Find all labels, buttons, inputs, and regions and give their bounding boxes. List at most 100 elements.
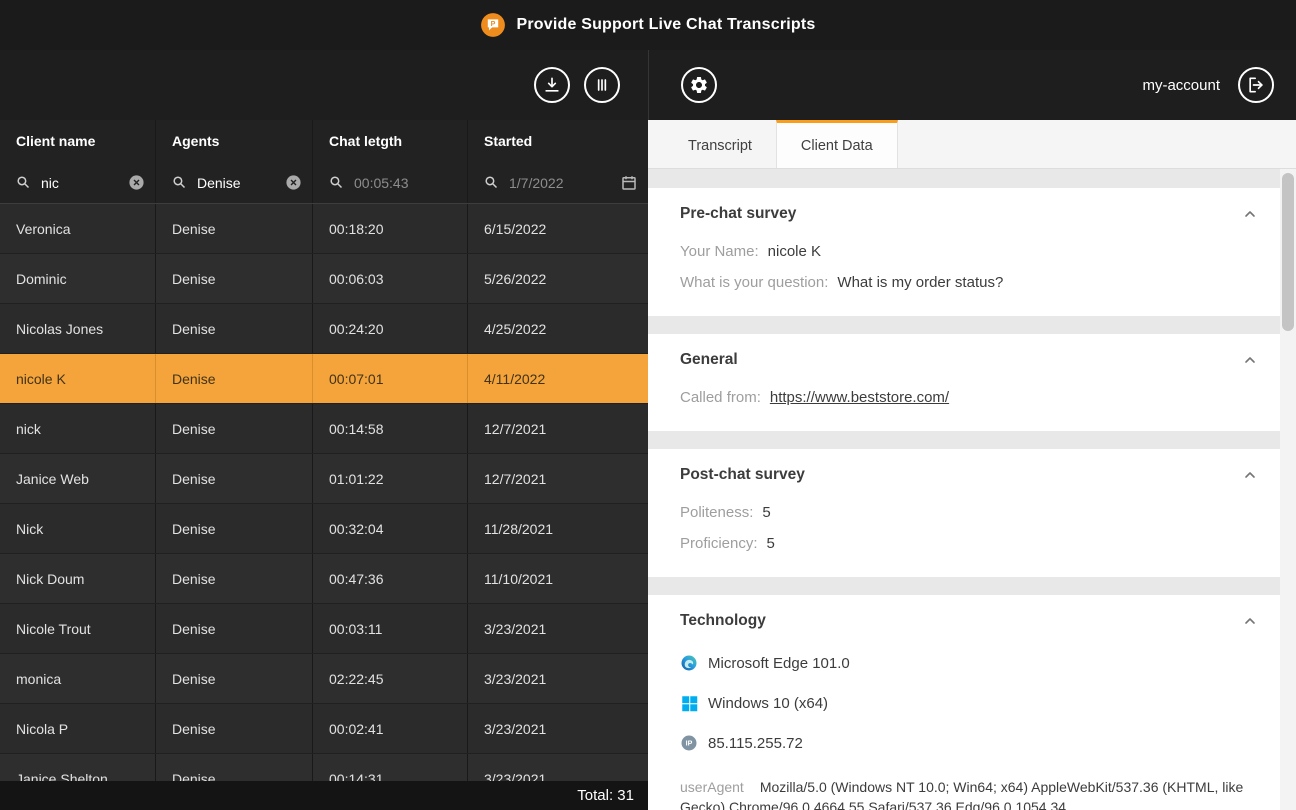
tab-transcript[interactable]: Transcript: [664, 120, 776, 168]
cell-client-name: Janice Web: [0, 454, 155, 503]
cell-client-name: monica: [0, 654, 155, 703]
clear-client-filter-icon[interactable]: [128, 174, 145, 191]
column-header-client-name[interactable]: Client name: [0, 120, 155, 162]
cell-client-name: Veronica: [0, 204, 155, 253]
table-row[interactable]: Janice Web Denise 01:01:22 12/7/2021: [0, 454, 648, 504]
browser-name: Microsoft Edge 101.0: [708, 655, 850, 672]
chevron-up-icon: [1242, 206, 1258, 222]
filter-started[interactable]: 1/7/2022: [467, 162, 648, 203]
filter-started-placeholder[interactable]: 1/7/2022: [509, 175, 610, 191]
table-row[interactable]: monica Denise 02:22:45 3/23/2021: [0, 654, 648, 704]
cell-chat-length: 00:03:11: [312, 604, 467, 653]
settings-button[interactable]: [681, 67, 717, 103]
cell-client-name: Nick: [0, 504, 155, 553]
field-value: 5: [767, 528, 775, 559]
section-title: Technology: [680, 612, 766, 630]
windows-icon: [680, 694, 698, 712]
called-from-link[interactable]: https://www.beststore.com/: [770, 382, 949, 413]
toolbar: my-account: [0, 50, 1296, 120]
cell-started: 3/23/2021: [467, 654, 648, 703]
main-area: Client name Agents Chat letgth Started n…: [0, 120, 1296, 810]
svg-text:IP: IP: [686, 740, 693, 748]
column-header-started[interactable]: Started: [467, 120, 648, 162]
field-question: What is your question: What is my order …: [680, 267, 1260, 298]
cell-chat-length: 00:14:58: [312, 404, 467, 453]
section-title: General: [680, 351, 738, 369]
search-icon: [172, 175, 187, 190]
search-icon: [329, 175, 344, 190]
cell-chat-length: 00:02:41: [312, 704, 467, 753]
chevron-up-icon: [1242, 352, 1258, 368]
column-header-chat-length[interactable]: Chat letgth: [312, 120, 467, 162]
table-row[interactable]: Nicola P Denise 00:02:41 3/23/2021: [0, 704, 648, 754]
search-icon: [484, 175, 499, 190]
account-toolbar: my-account: [648, 50, 1296, 120]
tech-ip: IP 85.115.255.72: [680, 723, 1260, 763]
user-agent-row: userAgentMozilla/5.0 (Windows NT 10.0; W…: [680, 777, 1260, 810]
field-politeness: Politeness: 5: [680, 497, 1260, 528]
cell-client-name: nicole K: [0, 354, 155, 403]
tab-client-data[interactable]: Client Data: [776, 120, 898, 168]
cell-started: 3/23/2021: [467, 704, 648, 753]
cell-client-name: Nicolas Jones: [0, 304, 155, 353]
field-label: Proficiency:: [680, 528, 758, 559]
collapse-button[interactable]: [1240, 465, 1260, 485]
cell-chat-length: 00:24:20: [312, 304, 467, 353]
cell-chat-length: 01:01:22: [312, 454, 467, 503]
table-row[interactable]: Dominic Denise 00:06:03 5/26/2022: [0, 254, 648, 304]
filter-agents-value[interactable]: Denise: [197, 175, 275, 191]
cell-agent: Denise: [155, 254, 312, 303]
logout-button[interactable]: [1238, 67, 1274, 103]
search-icon: [16, 175, 31, 190]
table-row[interactable]: Nicole Trout Denise 00:03:11 3/23/2021: [0, 604, 648, 654]
section-post-chat-survey: Post-chat survey Politeness: 5 Proficien…: [648, 449, 1280, 577]
section-title: Pre-chat survey: [680, 205, 796, 223]
calendar-icon[interactable]: [620, 174, 638, 192]
clear-agents-filter-icon[interactable]: [285, 174, 302, 191]
filter-agents[interactable]: Denise: [155, 162, 312, 203]
columns-icon: [592, 75, 612, 95]
table-row[interactable]: Nicolas Jones Denise 00:24:20 4/25/2022: [0, 304, 648, 354]
field-your-name: Your Name: nicole K: [680, 236, 1260, 267]
table-row-selected[interactable]: nicole K Denise 00:07:01 4/11/2022: [0, 354, 648, 404]
cell-started: 12/7/2021: [467, 454, 648, 503]
columns-button[interactable]: [584, 67, 620, 103]
field-label: What is your question:: [680, 267, 828, 298]
collapse-button[interactable]: [1240, 611, 1260, 631]
filter-client-name-value[interactable]: nic: [41, 175, 118, 191]
table-footer: Total: 31: [0, 781, 648, 810]
section-technology: Technology Microsoft Edge 101.0 Windows: [648, 595, 1280, 810]
cell-client-name: Nick Doum: [0, 554, 155, 603]
cell-started: 11/10/2021: [467, 554, 648, 603]
cell-started: 6/15/2022: [467, 204, 648, 253]
filter-chat-length-placeholder[interactable]: 00:05:43: [354, 175, 457, 191]
scrollbar-thumb[interactable]: [1282, 173, 1294, 331]
section-title: Post-chat survey: [680, 466, 805, 484]
field-label: Politeness:: [680, 497, 753, 528]
cell-agent: Denise: [155, 654, 312, 703]
cell-started: 4/11/2022: [467, 354, 648, 403]
table-toolbar: [0, 50, 648, 120]
cell-started: 4/25/2022: [467, 304, 648, 353]
section-pre-chat-survey: Pre-chat survey Your Name: nicole K What…: [648, 188, 1280, 316]
cell-chat-length: 00:47:36: [312, 554, 467, 603]
cell-chat-length: 00:18:20: [312, 204, 467, 253]
cell-client-name: Nicole Trout: [0, 604, 155, 653]
collapse-button[interactable]: [1240, 204, 1260, 224]
cell-agent: Denise: [155, 404, 312, 453]
download-button[interactable]: [534, 67, 570, 103]
table-row[interactable]: Nick Doum Denise 00:47:36 11/10/2021: [0, 554, 648, 604]
filter-client-name[interactable]: nic: [0, 162, 155, 203]
table-row[interactable]: Nick Denise 00:32:04 11/28/2021: [0, 504, 648, 554]
table-body: Veronica Denise 00:18:20 6/15/2022 Domin…: [0, 204, 648, 810]
filter-chat-length[interactable]: 00:05:43: [312, 162, 467, 203]
field-proficiency: Proficiency: 5: [680, 528, 1260, 559]
scrollbar-track[interactable]: [1280, 169, 1296, 810]
cell-agent: Denise: [155, 504, 312, 553]
collapse-button[interactable]: [1240, 350, 1260, 370]
column-header-agents[interactable]: Agents: [155, 120, 312, 162]
table-row[interactable]: nick Denise 00:14:58 12/7/2021: [0, 404, 648, 454]
table-row[interactable]: Veronica Denise 00:18:20 6/15/2022: [0, 204, 648, 254]
app-window: P Provide Support Live Chat Transcripts: [0, 0, 1296, 810]
app-title: Provide Support Live Chat Transcripts: [516, 16, 815, 34]
